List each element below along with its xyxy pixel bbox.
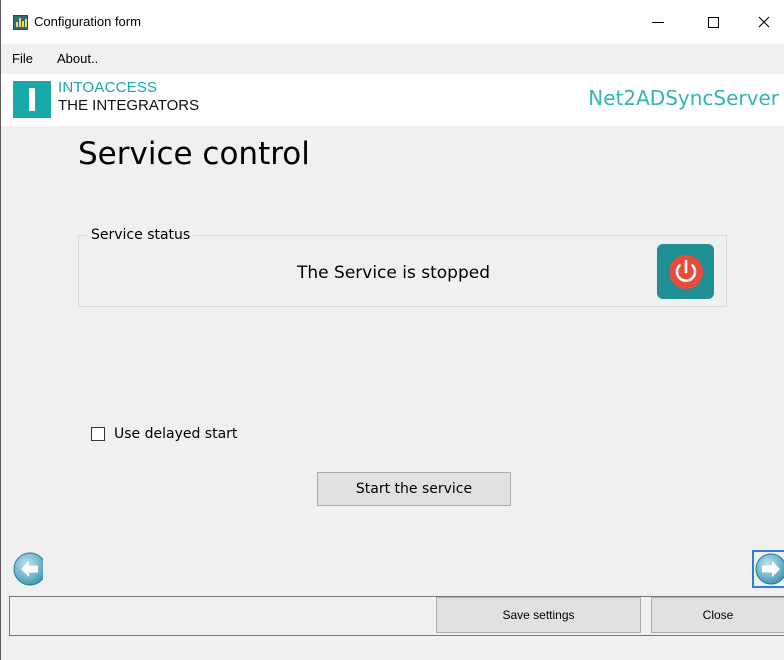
arrow-right-icon bbox=[755, 553, 784, 585]
service-status-legend: Service status bbox=[88, 227, 194, 243]
menu-about[interactable]: About.. bbox=[57, 51, 98, 66]
menu-bar: File About.. bbox=[1, 44, 784, 74]
header-banner: INTOACCESS THE INTEGRATORS Net2ADSyncSer… bbox=[1, 74, 784, 126]
minimize-button[interactable] bbox=[635, 0, 681, 44]
save-settings-button[interactable]: Save settings bbox=[436, 597, 641, 633]
delayed-start-label: Use delayed start bbox=[114, 426, 238, 442]
menu-file[interactable]: File bbox=[12, 51, 33, 66]
close-icon bbox=[758, 16, 770, 28]
product-name: Net2ADSyncServer bbox=[588, 86, 779, 110]
logo-brand: INTOACCESS bbox=[58, 79, 158, 96]
back-button[interactable] bbox=[9, 550, 47, 588]
page-title: Service control bbox=[78, 136, 310, 172]
next-button[interactable] bbox=[752, 550, 784, 588]
maximize-button[interactable] bbox=[690, 0, 736, 44]
app-icon bbox=[13, 15, 28, 30]
power-icon bbox=[668, 254, 703, 289]
service-status-text: The Service is stopped bbox=[297, 263, 490, 283]
minimize-icon bbox=[652, 21, 664, 23]
delayed-start-checkbox[interactable] bbox=[91, 427, 105, 441]
logo-icon bbox=[13, 81, 51, 118]
title-bar: Configuration form bbox=[1, 0, 784, 44]
start-service-button[interactable]: Start the service bbox=[317, 472, 511, 506]
window-title: Configuration form bbox=[34, 14, 141, 29]
close-button[interactable]: Close bbox=[651, 597, 784, 633]
close-window-button[interactable] bbox=[741, 0, 784, 44]
maximize-icon bbox=[707, 16, 719, 28]
power-button[interactable] bbox=[657, 244, 714, 299]
arrow-left-icon bbox=[13, 552, 47, 586]
delayed-start-row[interactable]: Use delayed start bbox=[91, 426, 237, 442]
logo-tagline: THE INTEGRATORS bbox=[58, 97, 200, 114]
